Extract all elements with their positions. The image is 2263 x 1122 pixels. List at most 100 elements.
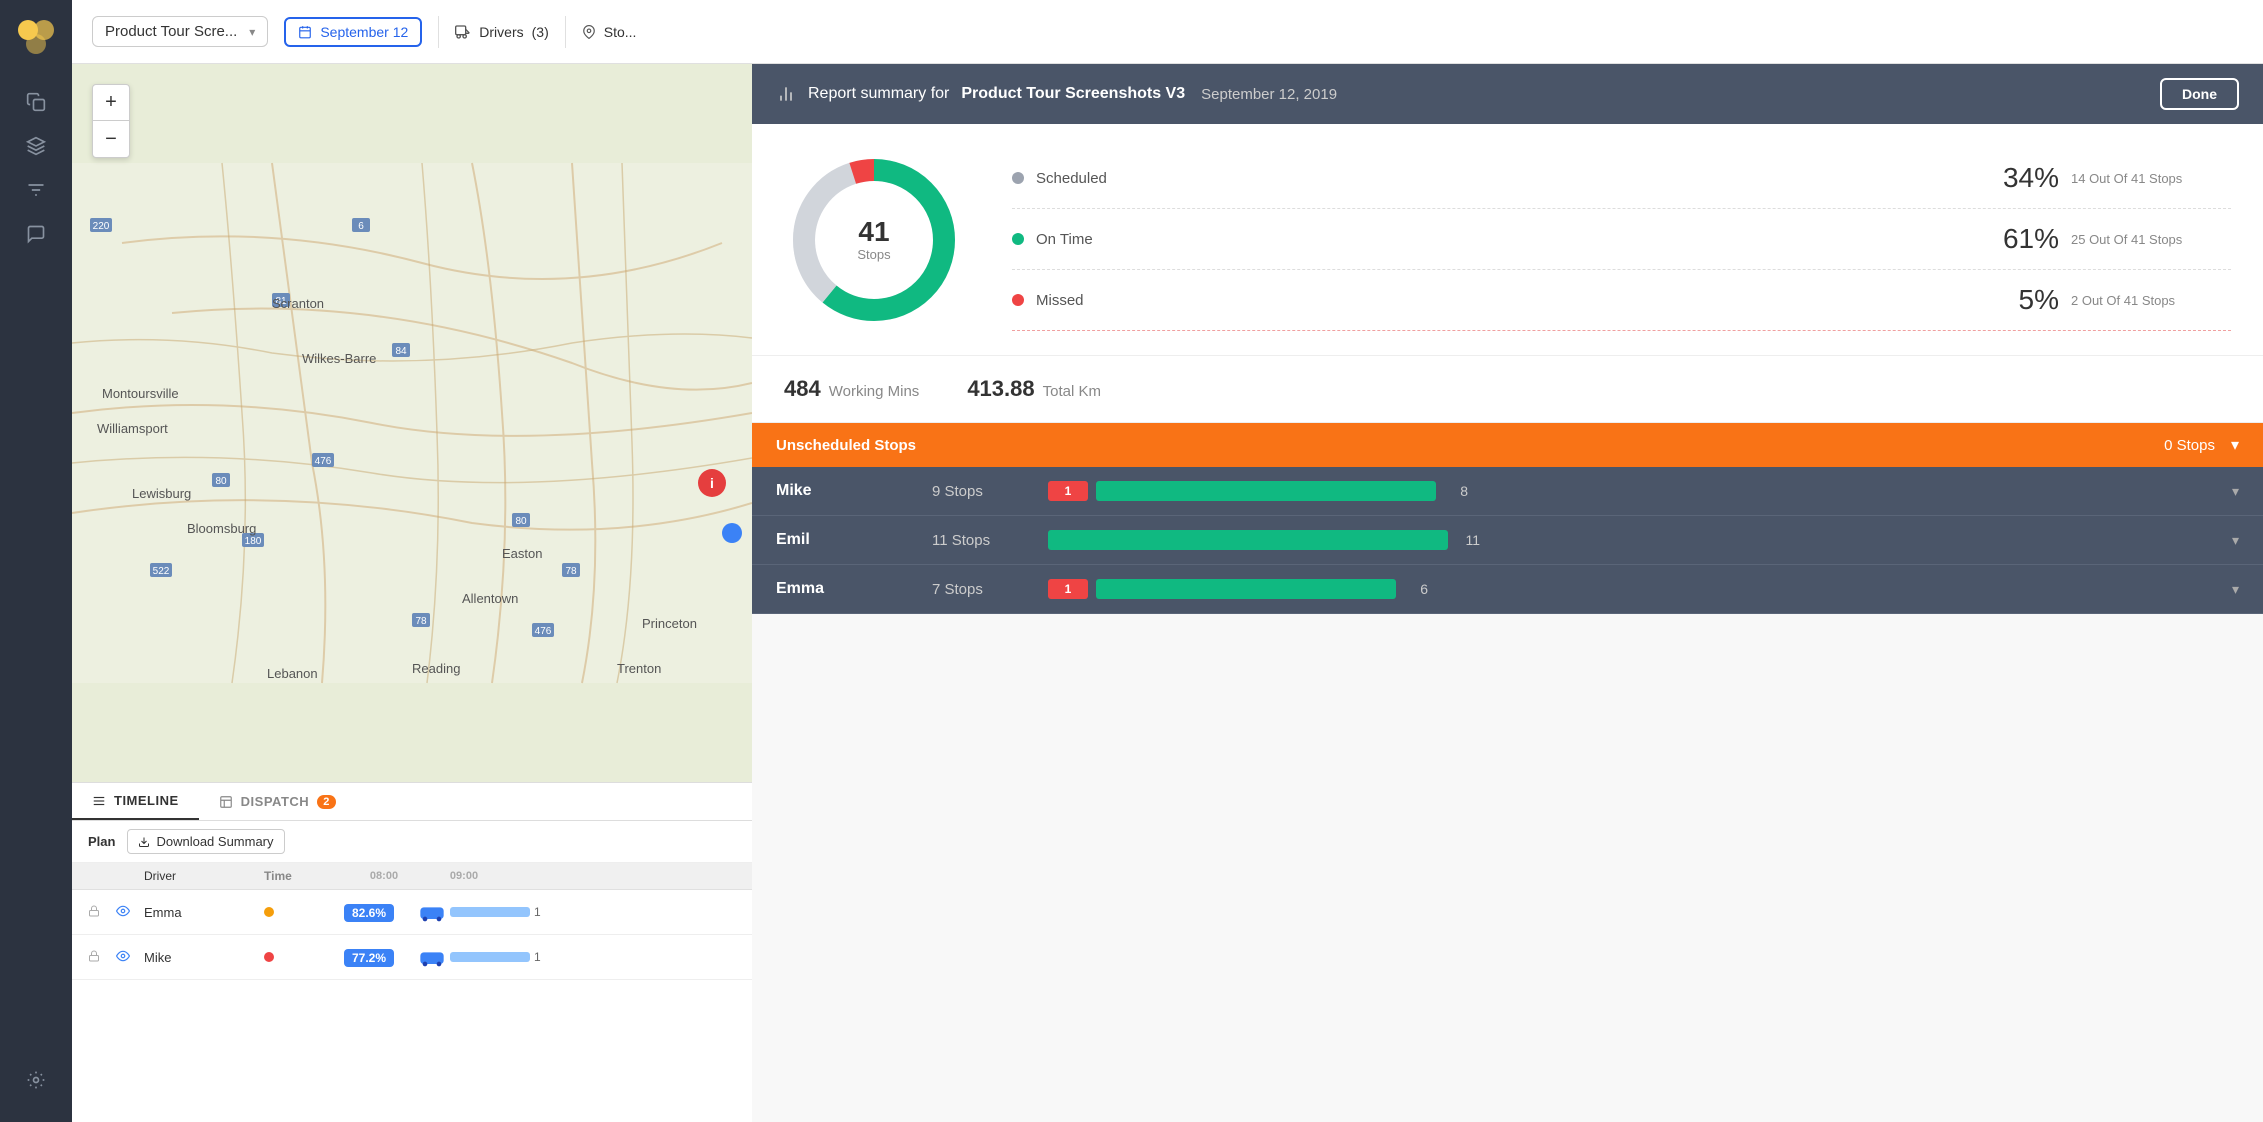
driver-count-emma: 6	[1404, 581, 1428, 597]
bar-chart-icon	[776, 84, 796, 104]
zoom-out-button[interactable]: −	[93, 121, 129, 157]
svg-text:78: 78	[565, 566, 577, 577]
lock-icon	[88, 950, 100, 962]
stat-name-scheduled: Scheduled	[1036, 170, 1156, 187]
topbar: Product Tour Scre... ▾ September 12 Driv…	[72, 0, 2263, 64]
done-button[interactable]: Done	[2160, 78, 2239, 110]
svg-text:Montoursville: Montoursville	[102, 386, 179, 401]
download-icon	[138, 836, 150, 848]
drivers-label: Drivers	[479, 24, 523, 40]
driver-chevron-mike[interactable]: ▾	[2232, 483, 2239, 500]
tab-dispatch[interactable]: DISPATCH 2	[199, 784, 356, 819]
driver-rows: Mike 9 Stops 1 8 ▾ Emil 11 Stops 11	[752, 467, 2263, 1122]
donut-chart: 41 Stops	[784, 150, 964, 330]
svg-text:180: 180	[245, 536, 262, 547]
driver-count-mike: 8	[1444, 483, 1468, 499]
svg-text:80: 80	[215, 476, 227, 487]
dispatch-badge: 2	[317, 795, 336, 809]
driver-chevron-emma[interactable]: ▾	[2232, 581, 2239, 598]
svg-text:Bloomsburg: Bloomsburg	[187, 521, 256, 536]
svg-text:Lebanon: Lebanon	[267, 666, 318, 681]
stops-button[interactable]: Sto...	[582, 24, 637, 40]
stat-row-scheduled: Scheduled 34% 14 Out Of 41 Stops	[1012, 148, 2231, 209]
driver-name-mike: Mike	[776, 482, 916, 500]
map-svg: 220 6 81 84 476 180 522	[72, 64, 752, 782]
svg-text:Reading: Reading	[412, 661, 460, 676]
donut-center: 41 Stops	[857, 217, 890, 263]
driver-stops-mike: 9 Stops	[932, 483, 1032, 500]
bottom-panel: TIMELINE DISPATCH 2 Plan Download Summar…	[72, 782, 752, 1122]
stat-desc-ontime: 25 Out Of 41 Stops	[2071, 232, 2231, 247]
plan-button[interactable]: Plan	[88, 834, 115, 849]
missed-bar-mike: 1	[1048, 481, 1088, 501]
svg-text:522: 522	[153, 566, 170, 577]
driver-stops-emil: 11 Stops	[932, 532, 1032, 549]
route-selector[interactable]: Product Tour Scre... ▾	[92, 16, 268, 47]
drivers-count: (3)	[532, 24, 549, 40]
date-label: September 12	[320, 24, 408, 40]
divider	[438, 16, 439, 48]
score-badge: 82.6%	[344, 904, 394, 922]
driver-table-header: Driver Time 08:00 09:00	[72, 863, 752, 890]
svg-text:Princeton: Princeton	[642, 616, 697, 631]
working-mins-stat: 484 Working Mins	[784, 376, 919, 402]
svg-text:476: 476	[315, 456, 332, 467]
svg-text:Scranton: Scranton	[272, 296, 324, 311]
svg-text:Williamsport: Williamsport	[97, 421, 168, 436]
svg-text:Wilkes-Barre: Wilkes-Barre	[302, 351, 376, 366]
report-panel: Report summary for Product Tour Screensh…	[752, 64, 2263, 1122]
unscheduled-label: Unscheduled Stops	[776, 437, 2164, 454]
driver-stops-emma: 7 Stops	[932, 581, 1032, 598]
date-button[interactable]: September 12	[284, 17, 422, 47]
route-chevron-icon: ▾	[249, 25, 255, 39]
report-title: Product Tour Screenshots V3	[961, 85, 1185, 103]
location-icon	[582, 25, 596, 39]
donut-total: 41	[857, 217, 890, 248]
eye-icon[interactable]	[116, 904, 130, 918]
main-area: Product Tour Scre... ▾ September 12 Driv…	[72, 0, 2263, 1122]
chevron-down-icon[interactable]: ▾	[2231, 435, 2239, 455]
map-area[interactable]: 220 6 81 84 476 180 522	[72, 64, 752, 782]
driver-chevron-emil[interactable]: ▾	[2232, 532, 2239, 549]
driver-progress-emma: 1 6	[1048, 579, 2216, 599]
stat-name-ontime: On Time	[1036, 231, 1156, 248]
driver-report-row-mike: Mike 9 Stops 1 8 ▾	[752, 467, 2263, 516]
zoom-in-button[interactable]: +	[93, 85, 129, 121]
car-icon	[455, 24, 471, 40]
svg-text:84: 84	[395, 346, 407, 357]
stops-label: Sto...	[604, 24, 637, 40]
eye-icon[interactable]	[116, 949, 130, 963]
timeline-icon	[92, 794, 106, 808]
layers-icon[interactable]	[18, 128, 54, 164]
stat-pct-scheduled: 34%	[2003, 162, 2059, 194]
svg-text:Allentown: Allentown	[462, 591, 518, 606]
driver-progress-emil: 11	[1048, 530, 2216, 550]
drivers-button[interactable]: Drivers (3)	[455, 24, 548, 40]
stats-list: Scheduled 34% 14 Out Of 41 Stops On Time…	[1012, 148, 2231, 331]
copy-icon[interactable]	[18, 84, 54, 120]
svg-text:476: 476	[535, 626, 552, 637]
svg-text:78: 78	[415, 616, 427, 627]
stat-pct-ontime: 61%	[2003, 223, 2059, 255]
settings-icon[interactable]	[18, 1062, 54, 1098]
svg-text:80: 80	[515, 516, 527, 527]
divider2	[565, 16, 566, 48]
working-mins-value: 484	[784, 376, 821, 402]
content-area: 220 6 81 84 476 180 522	[72, 64, 2263, 1122]
stat-row-ontime: On Time 61% 25 Out Of 41 Stops	[1012, 209, 2231, 270]
ontime-bar-mike	[1096, 481, 1436, 501]
unscheduled-bar[interactable]: Unscheduled Stops 0 Stops ▾	[752, 423, 2263, 467]
report-header: Report summary for Product Tour Screensh…	[752, 64, 2263, 124]
app-logo[interactable]	[14, 16, 58, 60]
tab-timeline[interactable]: TIMELINE	[72, 783, 199, 820]
total-km-value: 413.88	[967, 376, 1034, 402]
scheduled-dot	[1012, 172, 1024, 184]
message-icon[interactable]	[18, 216, 54, 252]
filter-icon[interactable]	[18, 172, 54, 208]
sidebar	[0, 0, 72, 1122]
driver-report-row-emil: Emil 11 Stops 11 ▾	[752, 516, 2263, 565]
svg-text:Lewisburg: Lewisburg	[132, 486, 191, 501]
driver-report-row-emma: Emma 7 Stops 1 6 ▾	[752, 565, 2263, 614]
missed-bar-emma: 1	[1048, 579, 1088, 599]
download-summary-button[interactable]: Download Summary	[127, 829, 284, 854]
